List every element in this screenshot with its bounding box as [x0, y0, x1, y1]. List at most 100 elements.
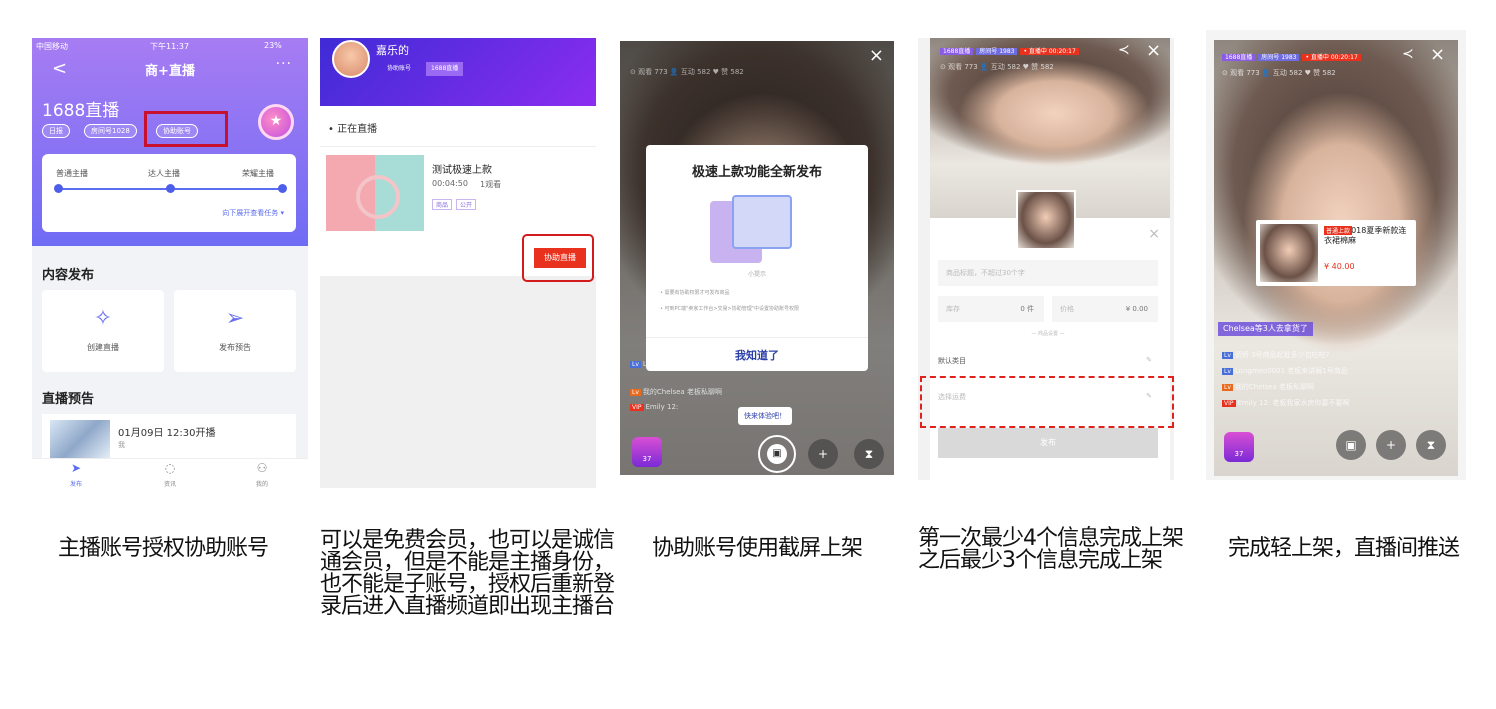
screenshot-button[interactable]: ▣ [758, 435, 796, 473]
bottom-tab-bar: ➤ 发布 ◌ 资讯 ⚇ 我的 [32, 458, 308, 488]
topbar-channel: 1688直播 [1222, 54, 1256, 61]
stock-value: 0 件 [1020, 305, 1034, 313]
shipping-label: 选择运费 [938, 393, 966, 401]
assist-live-button[interactable]: 协助直播 [534, 248, 586, 268]
magic-wand-icon: ✧ [93, 306, 113, 331]
product-screenshot[interactable] [1016, 190, 1076, 250]
category-row[interactable]: 默认类目 ✎ [938, 356, 1158, 366]
create-live-button[interactable]: ✧ 创建直播 [42, 290, 164, 372]
item-tag: 商品 [432, 199, 453, 210]
publish-preview-label: 发布预告 [219, 343, 251, 352]
pill-1688live: 1688直播 [426, 62, 464, 76]
dialog-hint-line: • 需要有协助权限才可发布商品 [660, 290, 730, 296]
gift-icon[interactable]: 37 [632, 437, 662, 467]
dialog-hint-title: 小提示 [747, 271, 766, 278]
topbar-live-timer: • 直播中 00:20:17 [1020, 48, 1079, 55]
screen-illustration-icon [732, 195, 792, 249]
feature-dialog: 极速上款功能全新发布 小提示 • 需要有协助权限才可发布商品 • 可到PC端"卖… [646, 145, 868, 371]
item-time: 00:04:50 [432, 179, 468, 188]
preview-sub: 我 [118, 441, 125, 449]
price-input[interactable]: 价格 ¥ 0.00 [1052, 296, 1158, 322]
topbar-room: 房间号 1983 [976, 48, 1018, 55]
chat-line: Lv 骄娇 3号商品起批多少包吃吃? [1222, 351, 1330, 359]
chat-line: Lv 我的Chelsea 老板私聊啊 [630, 388, 722, 396]
pill-assistant: 协助账号 [387, 65, 412, 72]
bulb-icon[interactable]: ◌ [150, 461, 190, 475]
section-live-label: • 正在直播 [328, 124, 378, 135]
chat-line: VIP Emily 12: 老板我家水房你要不要啊 [1222, 399, 1350, 407]
battery-text: 23% [264, 41, 282, 50]
title-input[interactable]: 商品标题，不超过30个字 [938, 260, 1158, 286]
dialog-title: 极速上款功能全新发布 [691, 165, 822, 180]
publish-preview-button[interactable]: ➢ 发布预告 [174, 290, 296, 372]
edit-icon: ✎ [1146, 392, 1152, 400]
dialog-hint-line: • 可到PC端"卖家工作台>交易>协助管理"中设置协助账号权限 [660, 306, 800, 312]
avatar [332, 40, 370, 78]
profile-header: 中国移动 下午11:37 23% < 商+直播 ··· 1688直播 日报 房间… [32, 38, 308, 246]
close-icon[interactable]: × [1430, 44, 1445, 65]
gift-icon[interactable]: 37 [1224, 432, 1254, 462]
gift-count: 37 [1234, 450, 1244, 458]
close-icon[interactable]: × [1148, 226, 1160, 242]
preview-item[interactable]: 01月09日 12:30开播 我 [42, 414, 296, 460]
tag-daily[interactable]: 日报 [42, 124, 70, 138]
live-stats: ⊙ 观看 773 👤 互动 582 ♥ 赞 582 [940, 63, 1054, 71]
gift-count: 37 [642, 455, 652, 463]
item-views: 1观看 [480, 180, 502, 189]
caption-5: 完成轻上架，直播间推送 [1228, 536, 1460, 561]
panel-screenshot-listing: ⊙ 观看 773 👤 互动 582 ♥ 赞 582 × LvLongmeo000… [620, 41, 894, 475]
task-link[interactable]: 向下展开查看任务 ▾ [222, 208, 284, 218]
close-icon[interactable]: × [1146, 40, 1161, 61]
anchor-level-card: 普通主播 达人主播 荣耀主播 向下展开查看任务 ▾ [42, 154, 296, 232]
chat-line: VIP Emily 12: [630, 403, 679, 411]
level-badge-icon: ★ [258, 104, 294, 140]
user-icon[interactable]: ⚇ [242, 461, 282, 475]
page-title: 商+直播 [145, 64, 195, 79]
item-tag: 公开 [456, 199, 477, 210]
more-icon[interactable]: ··· [276, 56, 292, 72]
tab-mine[interactable]: 我的 [242, 479, 282, 488]
send-icon[interactable]: ➤ [56, 461, 96, 475]
got-it-button[interactable]: 我知道了 [646, 347, 868, 363]
share-icon[interactable]: ≺ [1118, 42, 1130, 58]
panel-authorize-assistant: 中国移动 下午11:37 23% < 商+直播 ··· 1688直播 日报 房间… [32, 38, 308, 488]
stock-label: 库存 [946, 305, 960, 313]
preview-thumbnail [50, 420, 110, 460]
publish-button[interactable]: 发布 [938, 428, 1158, 458]
topbar-room: 房间号 1983 [1258, 54, 1300, 61]
caption-3: 协助账号使用截屏上架 [652, 536, 863, 561]
caption-4: 第一次最少4个信息完成上架 之后最少3个信息完成上架 [918, 526, 1184, 573]
tab-publish[interactable]: 发布 [56, 479, 96, 488]
more-tools-icon[interactable]: ⧗ [1416, 430, 1446, 460]
add-product-icon[interactable]: + [1376, 430, 1406, 460]
section-title-preview: 直播预告 [42, 392, 95, 407]
preview-date: 01月09日 12:30开播 [118, 428, 216, 439]
edit-icon: ✎ [1146, 356, 1152, 364]
highlight-dashed-box [920, 376, 1174, 428]
highlight-box [144, 111, 228, 147]
topbar-channel: 1688直播 [940, 48, 974, 55]
stock-input[interactable]: 库存 0 件 [938, 296, 1044, 322]
price-label: 价格 [1060, 305, 1074, 313]
chat-line: LvLongmeo0001 老板来讲解1号商品 [1222, 367, 1348, 375]
clock-text: 下午11:37 [150, 42, 190, 51]
add-product-icon[interactable]: + [808, 439, 838, 469]
section-live-now: • 正在直播 [320, 106, 596, 146]
close-icon[interactable]: × [869, 45, 884, 66]
purchase-notice: Chelsea等3人去拿货了 [1218, 322, 1313, 336]
more-tools-icon[interactable]: ⧗ [854, 439, 884, 469]
item-title: 测试极速上款 [432, 165, 492, 176]
live-stats: ⊙ 观看 773 👤 互动 582 ♥ 赞 582 [1222, 69, 1336, 77]
share-icon[interactable]: ≺ [1402, 46, 1414, 62]
chat-line: Lv 我的Chelsea 老板私聊啊 [1222, 383, 1314, 391]
tab-news[interactable]: 资讯 [150, 479, 190, 488]
channel-name: 1688直播 [42, 101, 120, 121]
caption-2: 可以是免费会员，也可以是诚信 通会员，但是不能是主播身份， 也不能是子账号，授权… [320, 528, 615, 619]
product-tag: 普通上款 [1324, 226, 1353, 235]
shipping-row[interactable]: 选择运费 ✎ [938, 392, 1158, 402]
carrier-text: 中国移动 [36, 42, 68, 51]
panel-assistant-console: 嘉乐的 协助账号 1688直播 • 正在直播 测试极速上款 00:04:50 1… [320, 38, 596, 488]
panel-listing-form: 1688直播 房间号 1983 • 直播中 00:20:17 ⊙ 观看 773 👤 … [918, 38, 1174, 480]
screenshot-icon[interactable]: ▣ [1336, 430, 1366, 460]
pushed-product-card[interactable]: 2018夏季新款连衣裙棉麻 普通上款 ¥ 40.00 [1256, 220, 1416, 286]
